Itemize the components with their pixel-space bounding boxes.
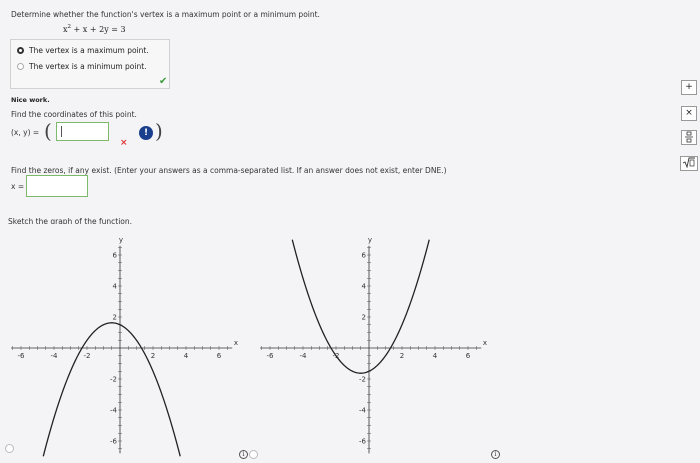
equation-rest: + x + 2y = 3	[71, 25, 126, 34]
choice-minimum-label: The vertex is a minimum point.	[29, 61, 147, 71]
x-tick-label: 2	[400, 352, 404, 360]
x-tick-label: -4	[51, 352, 59, 360]
coords-input[interactable]	[56, 122, 109, 141]
y-tick-label: -2	[110, 376, 117, 384]
coords-prompt: Find the coordinates of this point.	[11, 110, 137, 119]
choice-maximum[interactable]: The vertex is a maximum point.	[17, 43, 149, 57]
y-axis-label: y	[368, 236, 372, 244]
y-tick-label: 6	[113, 252, 118, 260]
y-axis-label: y	[119, 236, 123, 244]
parabola-curve	[42, 322, 181, 457]
coords-label: (x, y) =	[11, 128, 40, 137]
x-tick-label: 6	[217, 352, 222, 360]
x-tick-label: -6	[18, 352, 26, 360]
x-tick-label: 6	[466, 352, 471, 360]
nice-work-label: Nice work.	[11, 96, 50, 104]
zeros-label: x =	[11, 182, 25, 191]
y-tick-label: -6	[359, 438, 367, 446]
graph-option-1[interactable]: -6 -4 -2 2 4 6 6 4 2 -2 -4 -6 x y	[0, 225, 250, 460]
graph-1-info-icon[interactable]: i	[239, 450, 248, 459]
radio-unselected[interactable]	[17, 62, 24, 70]
multiply-button[interactable]: ×	[681, 106, 697, 121]
error-info-icon[interactable]: !	[139, 126, 153, 140]
y-tick-label: 4	[362, 283, 367, 291]
y-tick-label: 2	[113, 314, 117, 322]
x-tick-label: 4	[184, 352, 189, 360]
x-tick-label: 4	[433, 352, 438, 360]
correct-check-icon: ✔	[159, 76, 168, 87]
zeros-prompt: Find the zeros, if any exist. (Enter you…	[11, 166, 447, 175]
choice-minimum[interactable]: The vertex is a minimum point.	[17, 59, 147, 73]
graph-1-radio[interactable]	[5, 444, 14, 453]
sqrt-icon	[682, 157, 695, 169]
graph-option-2[interactable]: -6 -4 -2 2 4 6642-2-4-6xy	[245, 225, 495, 460]
graph-2-radio[interactable]	[249, 450, 258, 459]
equation-exponent: 2	[67, 24, 72, 30]
radio-selected[interactable]	[17, 46, 24, 54]
x-tick-label: -6	[267, 352, 275, 360]
y-tick-label: -6	[110, 438, 118, 446]
graph-2-info-icon[interactable]: i	[491, 450, 500, 459]
choice-maximum-label: The vertex is a maximum point.	[29, 45, 149, 55]
question-prompt: Determine whether the function's vertex …	[11, 10, 320, 19]
parabola-curve	[291, 239, 430, 374]
wrong-answer-icon: ×	[120, 138, 128, 148]
fraction-button[interactable]	[681, 130, 697, 145]
x-tick-label: -4	[300, 352, 308, 360]
x-tick-label: -2	[84, 352, 91, 360]
left-paren: (	[44, 119, 52, 143]
x-axis-label: x	[234, 339, 238, 347]
right-paren: )	[155, 119, 163, 143]
y-tick-label: 4	[113, 283, 118, 291]
sqrt-button[interactable]	[680, 156, 698, 171]
zeros-input[interactable]	[26, 175, 88, 197]
vertex-choice-group: The vertex is a maximum point. The verte…	[10, 39, 170, 89]
x-axis-label: x	[483, 339, 487, 347]
text-cursor	[61, 126, 62, 137]
x-tick-label: 2	[151, 352, 155, 360]
equation-base: x	[63, 25, 68, 34]
plus-button[interactable]: +	[681, 80, 697, 95]
y-tick-label: 2	[362, 314, 366, 322]
y-tick-label: -2	[359, 376, 366, 384]
y-tick-label: -4	[110, 407, 118, 415]
sketch-prompt: Sketch the graph of the function.	[8, 217, 133, 224]
fraction-icon	[685, 131, 693, 143]
function-equation: x2 + x + 2y = 3	[63, 24, 126, 34]
y-tick-label: 6	[362, 252, 367, 260]
y-tick-label: -4	[359, 407, 367, 415]
